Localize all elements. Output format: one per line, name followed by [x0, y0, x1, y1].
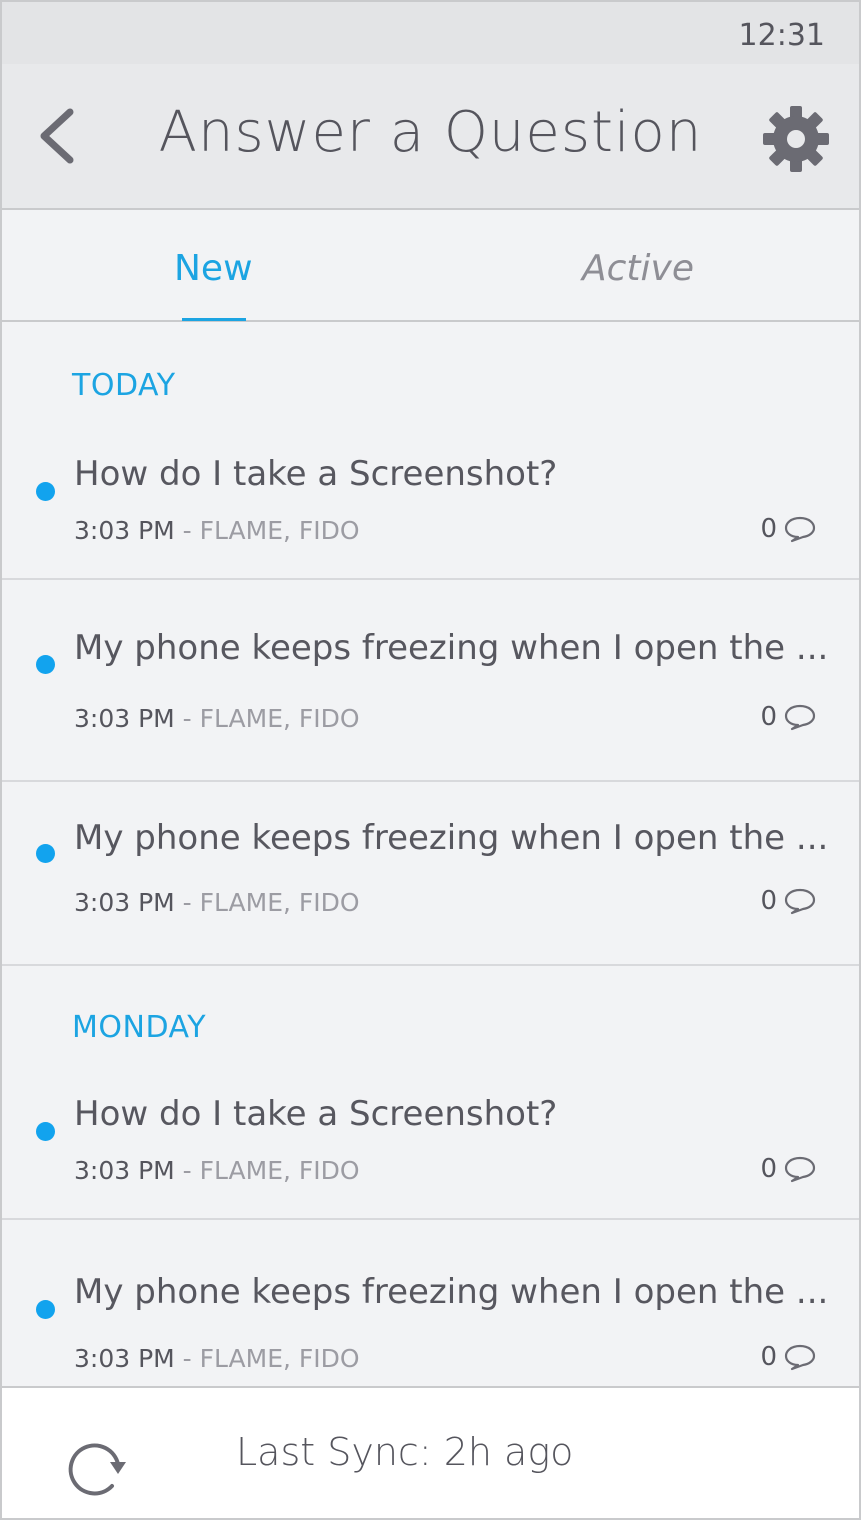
tab-new[interactable]: New	[174, 248, 253, 289]
question-tags: FLAME, FIDO	[199, 704, 360, 733]
comment-icon	[784, 704, 816, 731]
question-time: 3:03 PM	[74, 888, 175, 917]
reply-count: 0	[760, 1342, 817, 1372]
section-header-today: TODAY	[72, 368, 176, 403]
question-title: How do I take a Screenshot?	[74, 454, 558, 494]
gear-icon[interactable]	[761, 104, 831, 174]
list-item[interactable]: My phone keeps freezing when I open the …	[2, 1220, 859, 1386]
last-sync-label: Last Sync: 2h ago	[236, 1430, 574, 1474]
app-bar: Answer a Question	[2, 64, 859, 210]
list-item[interactable]: How do I take a Screenshot? 3:03 PM - FL…	[2, 444, 859, 578]
tab-bar: New Active	[2, 212, 859, 322]
tab-active[interactable]: Active	[582, 248, 694, 289]
reply-count: 0	[760, 1154, 817, 1184]
reply-count: 0	[760, 514, 817, 544]
list-item[interactable]: My phone keeps freezing when I open the …	[2, 580, 859, 780]
comment-icon	[784, 1344, 816, 1371]
question-time: 3:03 PM	[74, 704, 175, 733]
list-item[interactable]: My phone keeps freezing when I open the …	[2, 782, 859, 964]
question-time: 3:03 PM	[74, 1344, 175, 1373]
status-time: 12:31	[738, 18, 825, 53]
unread-dot	[36, 655, 55, 674]
unread-dot	[36, 844, 55, 863]
question-tags: FLAME, FIDO	[199, 1344, 360, 1373]
page-title: Answer a Question	[158, 100, 703, 165]
question-meta: 3:03 PM - FLAME, FIDO	[74, 1344, 360, 1373]
question-time: 3:03 PM	[74, 1156, 175, 1185]
comment-icon	[784, 1156, 816, 1183]
reply-count: 0	[760, 702, 817, 732]
question-meta: 3:03 PM - FLAME, FIDO	[74, 704, 360, 733]
question-title: How do I take a Screenshot?	[74, 1094, 558, 1134]
comment-icon	[784, 516, 816, 543]
unread-dot	[36, 1122, 55, 1141]
question-tags: FLAME, FIDO	[199, 1156, 360, 1185]
row-divider	[2, 964, 859, 966]
comment-icon	[784, 888, 816, 915]
question-meta: 3:03 PM - FLAME, FIDO	[74, 1156, 360, 1185]
reply-count: 0	[760, 886, 817, 916]
unread-dot	[36, 1300, 55, 1319]
question-meta: 3:03 PM - FLAME, FIDO	[74, 888, 360, 917]
tab-selected-indicator	[182, 318, 246, 321]
question-tags: FLAME, FIDO	[199, 516, 360, 545]
sync-footer: Last Sync: 2h ago	[2, 1386, 859, 1518]
status-bar: 12:31	[2, 2, 859, 64]
question-tags: FLAME, FIDO	[199, 888, 360, 917]
question-meta: 3:03 PM - FLAME, FIDO	[74, 516, 360, 545]
question-title: My phone keeps freezing when I open the …	[74, 818, 829, 858]
unread-dot	[36, 482, 55, 501]
list-item[interactable]: How do I take a Screenshot? 3:03 PM - FL…	[2, 1084, 859, 1218]
section-header-monday: MONDAY	[72, 1010, 207, 1045]
question-title: My phone keeps freezing when I open the …	[74, 628, 829, 668]
app-screen: 12:31 Answer a Question New Active TODAY…	[0, 0, 861, 1520]
refresh-icon[interactable]	[60, 1432, 132, 1504]
question-time: 3:03 PM	[74, 516, 175, 545]
question-title: My phone keeps freezing when I open the …	[74, 1272, 829, 1312]
question-list[interactable]: TODAY How do I take a Screenshot? 3:03 P…	[2, 324, 859, 1386]
